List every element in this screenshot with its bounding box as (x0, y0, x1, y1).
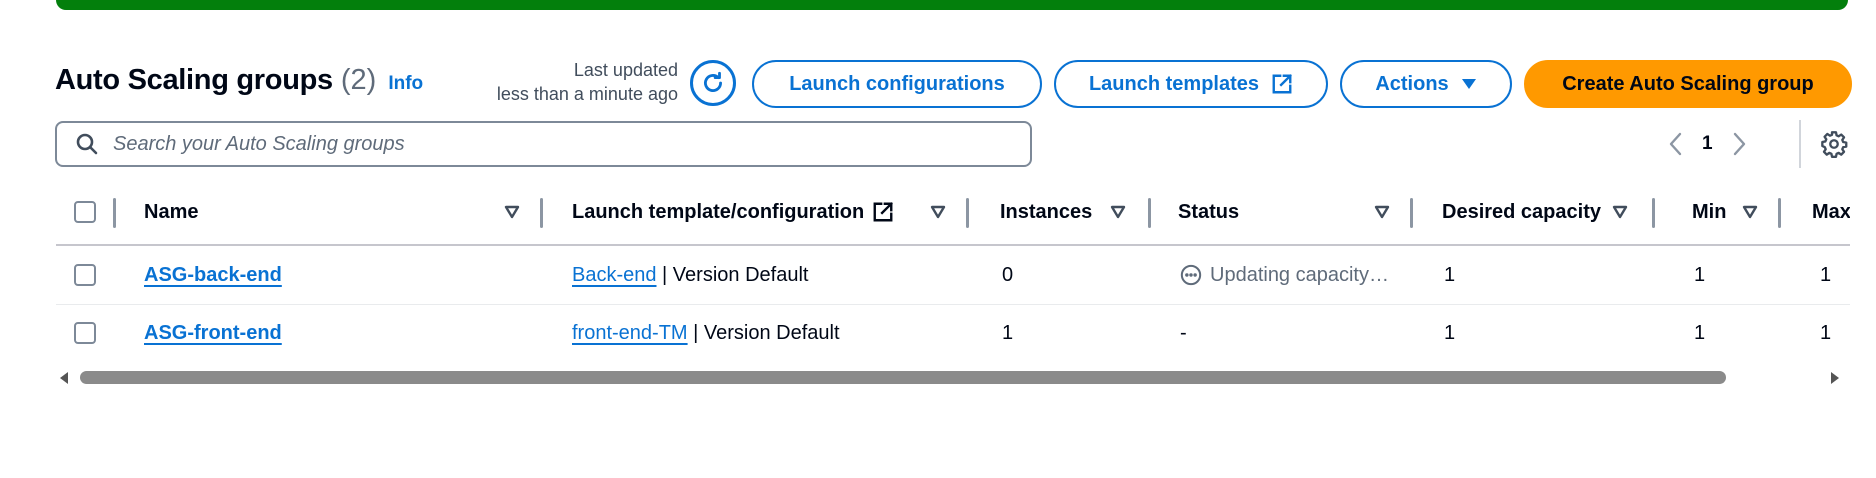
refresh-button[interactable] (690, 60, 736, 106)
column-label: Launch template/configuration (572, 200, 865, 223)
pagination: 1 (1666, 124, 1749, 164)
desired-capacity-value: 1 (1444, 263, 1456, 286)
launch-configurations-label: Launch configurations (789, 72, 1005, 95)
column-label: Min (1692, 200, 1727, 223)
sort-icon[interactable] (1612, 205, 1628, 219)
column-header-status[interactable]: Status (1178, 180, 1239, 244)
launch-template-version: | Version Default (656, 263, 809, 286)
last-updated-value: less than a minute ago (496, 84, 678, 104)
launch-template-version: | Version Default (687, 321, 840, 344)
table-header-divider (56, 244, 1850, 246)
sort-icon[interactable] (504, 205, 520, 219)
status-text: - (1180, 321, 1187, 344)
external-link-icon (873, 202, 894, 222)
info-link[interactable]: Info (388, 73, 423, 95)
column-divider[interactable] (1778, 198, 1781, 228)
column-divider[interactable] (1652, 198, 1655, 228)
page-number[interactable]: 1 (1702, 133, 1713, 155)
column-header-name[interactable]: Name (144, 180, 198, 244)
column-header-max[interactable]: Max (1812, 180, 1850, 244)
actions-label: Actions (1375, 72, 1449, 95)
last-updated: Last updated less than a minute ago (497, 58, 678, 106)
column-divider[interactable] (966, 198, 969, 228)
max-value: 1 (1820, 263, 1832, 286)
auto-scaling-groups-table: Name Launch template/configuration Insta… (56, 180, 1850, 390)
launch-templates-label: Launch templates (1088, 72, 1260, 95)
launch-template-link[interactable]: Back-end (572, 264, 657, 287)
status-cell: Updating capacity… (1180, 260, 1389, 290)
last-updated-label: Last updated (573, 60, 678, 80)
create-auto-scaling-group-button[interactable]: Create Auto Scaling group (1524, 60, 1852, 108)
launch-configurations-button[interactable]: Launch configurations (752, 60, 1042, 108)
launch-template-cell: Back-end | Version Default (572, 260, 808, 290)
instances-value: 1 (1002, 321, 1014, 344)
column-divider (113, 198, 116, 228)
gear-icon[interactable] (1820, 130, 1848, 158)
in-progress-icon (1180, 264, 1202, 286)
column-header-min[interactable]: Min (1692, 180, 1726, 244)
page-header: Auto Scaling groups (2) Info (55, 64, 423, 97)
column-header-desired-capacity[interactable]: Desired capacity (1442, 180, 1601, 244)
column-label: Status (1178, 200, 1240, 223)
column-header-instances[interactable]: Instances (1000, 180, 1092, 244)
launch-template-cell: front-end-TM | Version Default (572, 318, 840, 348)
sort-icon[interactable] (930, 205, 946, 219)
select-all-checkbox[interactable] (74, 201, 96, 223)
sort-icon[interactable] (1742, 205, 1758, 219)
asg-name[interactable]: ASG-back-end (144, 264, 282, 287)
group-count: (2) (340, 64, 377, 96)
scroll-thumb[interactable] (80, 371, 1726, 384)
success-banner (56, 0, 1848, 10)
chevron-right-icon[interactable] (1729, 130, 1749, 158)
column-label: Instances (1000, 200, 1093, 223)
column-label: Desired capacity (1442, 200, 1601, 223)
actions-button[interactable]: Actions (1340, 60, 1512, 108)
asg-name-link[interactable]: ASG-front-end (144, 318, 282, 348)
horizontal-scrollbar[interactable] (56, 368, 1848, 384)
asg-name[interactable]: ASG-front-end (144, 322, 282, 345)
row-checkbox[interactable] (74, 322, 96, 344)
launch-template-link[interactable]: front-end-TM (572, 322, 688, 345)
chevron-left-icon[interactable] (1666, 130, 1686, 158)
status-text: Updating capacity… (1210, 263, 1389, 286)
sort-icon[interactable] (1110, 205, 1126, 219)
column-header-launch-template[interactable]: Launch template/configuration (572, 180, 894, 244)
min-value: 1 (1694, 321, 1706, 344)
external-link-icon (1272, 74, 1292, 94)
search-input[interactable]: Search your Auto Scaling groups (55, 121, 1032, 167)
row-checkbox[interactable] (74, 264, 96, 286)
min-value: 1 (1694, 263, 1706, 286)
column-divider[interactable] (1148, 198, 1151, 228)
page-title: Auto Scaling groups (55, 64, 333, 96)
column-divider[interactable] (1410, 198, 1413, 228)
asg-name-link[interactable]: ASG-back-end (144, 260, 282, 290)
row-divider (56, 304, 1850, 305)
scroll-left-icon[interactable] (60, 372, 68, 384)
sort-icon[interactable] (1374, 205, 1390, 219)
search-placeholder: Search your Auto Scaling groups (113, 132, 405, 155)
column-label: Name (144, 200, 199, 223)
refresh-icon (704, 71, 722, 92)
create-auto-scaling-group-label: Create Auto Scaling group (1562, 72, 1814, 95)
caret-down-icon (1461, 79, 1476, 89)
column-label: Max (1812, 200, 1850, 223)
scroll-right-icon[interactable] (1831, 372, 1839, 384)
pagination-divider (1799, 120, 1801, 168)
desired-capacity-value: 1 (1444, 321, 1456, 344)
search-icon (76, 133, 98, 155)
max-value: 1 (1820, 321, 1832, 344)
column-divider[interactable] (540, 198, 543, 228)
instances-value: 0 (1002, 263, 1014, 286)
launch-templates-button[interactable]: Launch templates (1054, 60, 1328, 108)
